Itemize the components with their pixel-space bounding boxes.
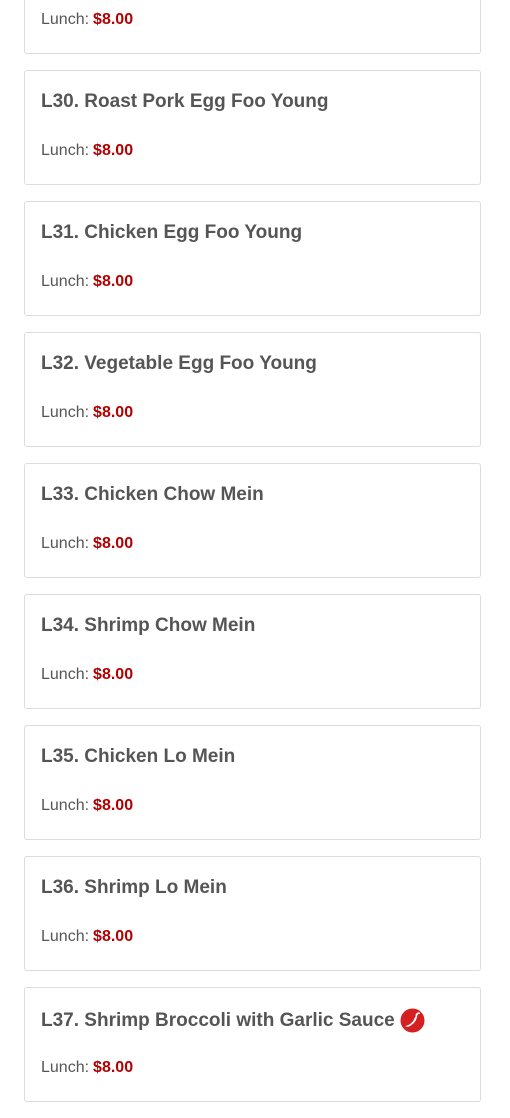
menu-item[interactable]: L36. Shrimp Lo Mein Lunch: $8.00 (24, 856, 481, 971)
price-value: $8.00 (93, 666, 134, 683)
price-value: $8.00 (93, 273, 134, 290)
menu-item[interactable]: L34. Shrimp Chow Mein Lunch: $8.00 (24, 594, 481, 709)
price-label: Lunch: (41, 797, 90, 814)
menu-item-list: Lunch: $8.00 L30. Roast Pork Egg Foo Youn… (24, 0, 481, 1118)
menu-item[interactable]: Lunch: $8.00 (24, 0, 481, 54)
menu-item-name: L32. Vegetable Egg Foo Young (41, 353, 317, 374)
price-value: $8.00 (93, 535, 134, 552)
menu-item-price-line: Lunch: $8.00 (41, 535, 133, 553)
price-label: Lunch: (41, 535, 90, 552)
price-value: $8.00 (93, 1059, 134, 1076)
menu-item[interactable]: L30. Roast Pork Egg Foo Young Lunch: $8.0… (24, 70, 481, 185)
price-value: $8.00 (93, 404, 134, 421)
menu-item-price-line: Lunch: $8.00 (41, 666, 133, 684)
menu-item-price-line: Lunch: $8.00 (41, 142, 133, 160)
menu-item[interactable]: L35. Chicken Lo Mein Lunch: $8.00 (24, 725, 481, 840)
menu-item-name: L35. Chicken Lo Mein (41, 746, 236, 767)
price-label: Lunch: (41, 1059, 90, 1076)
hot-pepper-icon (400, 1008, 425, 1033)
menu-item[interactable]: L33. Chicken Chow Mein Lunch: $8.00 (24, 463, 481, 578)
menu-item-name: L33. Chicken Chow Mein (41, 484, 264, 505)
price-value: $8.00 (93, 11, 134, 28)
menu-item[interactable]: L31. Chicken Egg Foo Young Lunch: $8.00 (24, 201, 481, 316)
price-label: Lunch: (41, 666, 90, 683)
menu-item-price-line: Lunch: $8.00 (41, 1059, 133, 1077)
menu-item-name: L37. Shrimp Broccoli with Garlic Sauce (41, 1008, 425, 1033)
menu-item-name: L31. Chicken Egg Foo Young (41, 222, 303, 243)
price-label: Lunch: (41, 273, 90, 290)
price-value: $8.00 (93, 928, 134, 945)
price-label: Lunch: (41, 404, 90, 421)
menu-item-name: L30. Roast Pork Egg Foo Young (41, 91, 329, 112)
price-value: $8.00 (93, 142, 134, 159)
menu-item-price-line: Lunch: $8.00 (41, 404, 133, 422)
menu-item-price-line: Lunch: $8.00 (41, 928, 133, 946)
price-label: Lunch: (41, 142, 90, 159)
menu-item-name: L34. Shrimp Chow Mein (41, 615, 256, 636)
price-label: Lunch: (41, 928, 90, 945)
menu-item-name: L36. Shrimp Lo Mein (41, 877, 227, 898)
menu-item-price-line: Lunch: $8.00 (41, 11, 133, 29)
menu-item[interactable]: L37. Shrimp Broccoli with Garlic Sauce L… (24, 987, 481, 1102)
menu-item[interactable]: L32. Vegetable Egg Foo Young Lunch: $8.00 (24, 332, 481, 447)
menu-item-price-line: Lunch: $8.00 (41, 273, 133, 291)
price-value: $8.00 (93, 797, 134, 814)
menu-item-price-line: Lunch: $8.00 (41, 797, 133, 815)
price-label: Lunch: (41, 11, 90, 28)
